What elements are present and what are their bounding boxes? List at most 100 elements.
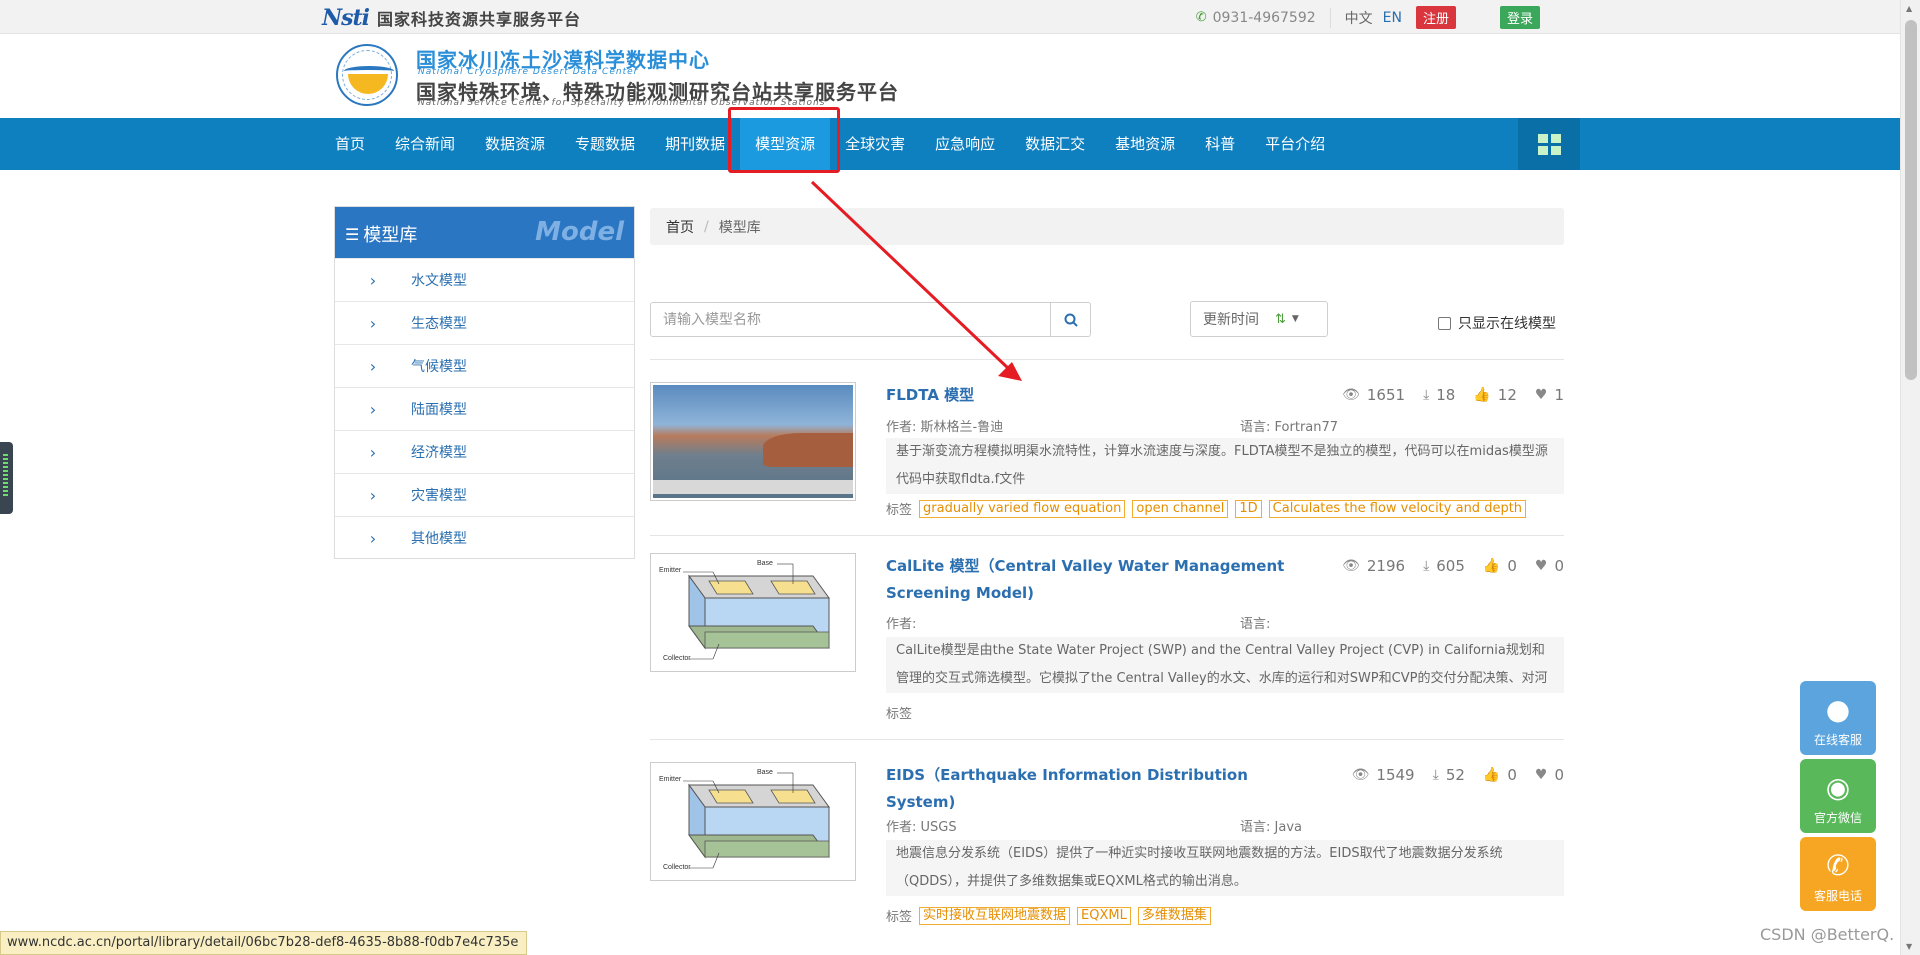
nav-home[interactable]: 首页 bbox=[320, 118, 380, 170]
wechat-button[interactable]: ◉ 官方微信 bbox=[1800, 759, 1876, 833]
emitter-label: Emitter bbox=[659, 567, 682, 574]
scroll-up-icon[interactable]: ▲ bbox=[1906, 4, 1912, 13]
nav-data-submission[interactable]: 数据汇交 bbox=[1010, 118, 1100, 170]
download-icon: ⤓ bbox=[1423, 558, 1430, 574]
apps-grid-icon[interactable] bbox=[1518, 118, 1580, 170]
breadcrumb-home[interactable]: 首页 bbox=[666, 217, 694, 237]
register-button[interactable]: 注册 bbox=[1415, 6, 1456, 29]
phone-icon: ✆ bbox=[1195, 10, 1207, 25]
online-only-filter[interactable]: 只显示在线模型 bbox=[1438, 313, 1556, 333]
model-card: Emitter Base Collector EIDS（Earthquake I… bbox=[650, 762, 1564, 932]
lang-en-link[interactable]: EN bbox=[1383, 10, 1402, 26]
model-language: 语言: Java bbox=[1240, 820, 1302, 835]
login-button[interactable]: 登录 bbox=[1499, 6, 1540, 29]
nav-global-disasters[interactable]: 全球灾害 bbox=[830, 118, 920, 170]
sidebar-item-label: 水文模型 bbox=[411, 273, 467, 289]
base-label: Base bbox=[757, 769, 773, 776]
online-service-button[interactable]: ● 在线客服 bbox=[1800, 681, 1876, 755]
model-tags: 标签 gradually varied flow equation open c… bbox=[886, 499, 1527, 518]
sidebar-item-ecology[interactable]: › 生态模型 bbox=[335, 301, 634, 344]
model-thumbnail[interactable]: Emitter Base Collector bbox=[650, 762, 856, 881]
nav-news[interactable]: 综合新闻 bbox=[380, 118, 470, 170]
model-thumbnail[interactable] bbox=[650, 382, 856, 501]
chevron-right-icon: › bbox=[369, 442, 377, 462]
nav-platform-intro[interactable]: 平台介绍 bbox=[1250, 118, 1340, 170]
online-only-label: 只显示在线模型 bbox=[1458, 316, 1556, 332]
scroll-down-icon[interactable]: ▼ bbox=[1906, 942, 1912, 951]
tag[interactable]: open channel bbox=[1132, 499, 1229, 518]
phone-icon: ✆ bbox=[1826, 849, 1850, 882]
model-thumbnail[interactable]: Emitter Base Collector bbox=[650, 553, 856, 672]
breadcrumb-current: 模型库 bbox=[718, 219, 761, 236]
divider bbox=[650, 359, 1564, 360]
nav-science[interactable]: 科普 bbox=[1190, 118, 1250, 170]
model-search-input[interactable] bbox=[651, 303, 1050, 336]
nav-thematic-data[interactable]: 专题数据 bbox=[560, 118, 650, 170]
search-icon bbox=[1064, 313, 1078, 327]
tag[interactable]: gradually varied flow equation bbox=[919, 499, 1126, 518]
wechat-icon: ◉ bbox=[1825, 771, 1851, 804]
search-button[interactable] bbox=[1050, 303, 1090, 336]
model-author: 作者: 斯林格兰-鲁迪 bbox=[886, 420, 1004, 435]
link-status-bar: www.ncdc.ac.cn/portal/library/detail/06b… bbox=[0, 931, 528, 955]
thumbs-up-icon[interactable]: 👍 bbox=[1483, 767, 1500, 783]
heart-icon[interactable]: ♥ bbox=[1535, 387, 1548, 403]
center-logo[interactable] bbox=[336, 44, 398, 106]
sidebar-item-climate[interactable]: › 气候模型 bbox=[335, 344, 634, 387]
nav-data-resources[interactable]: 数据资源 bbox=[470, 118, 560, 170]
view-count: 1549 bbox=[1376, 766, 1415, 784]
model-language: 语言: Fortran77 bbox=[1240, 420, 1339, 435]
nav-emergency-response[interactable]: 应急响应 bbox=[920, 118, 1010, 170]
model-description: 地震信息分发系统（EIDS）提供了一种近实时接收互联网地震数据的方法。EIDS取… bbox=[886, 840, 1564, 896]
thumbs-up-icon[interactable]: 👍 bbox=[1483, 558, 1500, 574]
nav-base-resources[interactable]: 基地资源 bbox=[1100, 118, 1190, 170]
sidebar-header: ☰ 模型库 Model bbox=[335, 207, 634, 258]
download-icon: ⤓ bbox=[1423, 387, 1430, 403]
sidebar-item-other[interactable]: › 其他模型 bbox=[335, 516, 634, 559]
chevron-right-icon: › bbox=[369, 313, 377, 333]
tag[interactable]: 1D bbox=[1235, 499, 1262, 518]
model-title-link[interactable]: CalLite 模型（Central Valley Water Manageme… bbox=[886, 553, 1286, 607]
model-stats: 👁 2196 ⤓ 605 👍 0 ♥ 0 bbox=[1324, 557, 1564, 575]
model-library-sidebar: ☰ 模型库 Model › 水文模型 › 生态模型 › 气候模型 › 陆面模型 … bbox=[334, 206, 635, 559]
sort-dropdown[interactable]: 更新时间 ⇅ ▼ bbox=[1190, 301, 1328, 337]
chevron-right-icon: › bbox=[369, 356, 377, 376]
base-label: Base bbox=[757, 560, 773, 567]
top-bar: Nsti 国家科技资源共享服务平台 ✆ 0931-4967592 中文 EN 注… bbox=[0, 0, 1900, 34]
contact-phone: ✆ 0931-4967592 bbox=[1196, 10, 1316, 26]
chevron-right-icon: › bbox=[369, 485, 377, 505]
tag[interactable]: 多维数据集 bbox=[1137, 906, 1211, 925]
favorite-count: 1 bbox=[1554, 386, 1564, 404]
scrollbar-thumb[interactable] bbox=[1905, 20, 1917, 380]
nav-journal-data[interactable]: 期刊数据 bbox=[650, 118, 740, 170]
tag[interactable]: 实时接收互联网地震数据 bbox=[919, 906, 1071, 925]
nav-model-resources[interactable]: 模型资源 bbox=[740, 118, 831, 170]
sidebar-item-hydrology[interactable]: › 水文模型 bbox=[335, 258, 634, 301]
tag[interactable]: Calculates the flow velocity and depth bbox=[1268, 499, 1527, 518]
download-count: 52 bbox=[1445, 766, 1465, 784]
lang-cn-link[interactable]: 中文 bbox=[1345, 8, 1373, 28]
heart-icon[interactable]: ♥ bbox=[1535, 558, 1548, 574]
site-subtitle-en: National Service Center for Speciality E… bbox=[418, 98, 826, 108]
page-scrollbar[interactable]: ▲ ▼ bbox=[1900, 0, 1920, 955]
platform-brand[interactable]: Nsti 国家科技资源共享服务平台 bbox=[322, 5, 581, 31]
chevron-right-icon: › bbox=[369, 270, 377, 290]
model-title-link[interactable]: FLDTA 模型 bbox=[886, 382, 1286, 409]
tag[interactable]: EQXML bbox=[1077, 906, 1131, 925]
thumbs-up-icon[interactable]: 👍 bbox=[1473, 387, 1490, 403]
online-only-checkbox[interactable] bbox=[1438, 316, 1451, 330]
side-widget-tab[interactable] bbox=[0, 442, 13, 514]
chevron-right-icon: › bbox=[369, 399, 377, 419]
chevron-right-icon: › bbox=[369, 528, 377, 548]
sidebar-item-disaster[interactable]: › 灾害模型 bbox=[335, 473, 634, 516]
heart-icon[interactable]: ♥ bbox=[1535, 767, 1548, 783]
view-count: 1651 bbox=[1366, 386, 1406, 404]
sidebar-item-economic[interactable]: › 经济模型 bbox=[335, 430, 634, 473]
sidebar-item-land-surface[interactable]: › 陆面模型 bbox=[335, 387, 634, 430]
collector-label: Collector bbox=[663, 864, 691, 871]
tags-label: 标签 bbox=[886, 707, 913, 722]
service-phone-button[interactable]: ✆ 客服电话 bbox=[1800, 837, 1876, 911]
model-title-link[interactable]: EIDS（Earthquake Information Distribution… bbox=[886, 762, 1286, 816]
model-description: 基于渐变流方程模拟明渠水流特性，计算水流速度与深度。FLDTA模型不是独立的模型… bbox=[886, 438, 1564, 494]
like-count: 12 bbox=[1497, 386, 1517, 404]
